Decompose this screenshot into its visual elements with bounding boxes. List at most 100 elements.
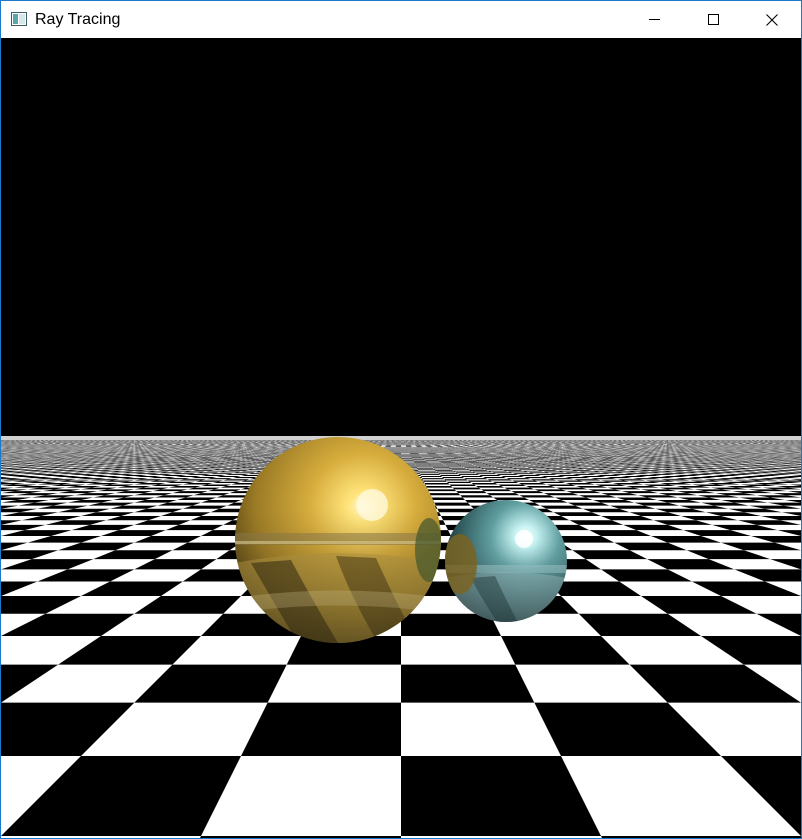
floor-tile: [420, 474, 440, 475]
floor-tile: [546, 465, 564, 466]
floor-tile: [478, 467, 495, 468]
floor-tile: [496, 474, 518, 475]
ray-traced-scene: [1, 38, 801, 838]
floor-tile: [440, 475, 461, 476]
floor-tile: [488, 471, 508, 472]
floor-tile: [447, 467, 464, 468]
floor-tile: [190, 836, 401, 838]
floor-tile: [459, 465, 475, 466]
floor-tile: [488, 465, 504, 466]
floor-tile: [513, 473, 535, 474]
floor-tile: [426, 486, 453, 488]
floor-tile: [503, 470, 523, 471]
floor-tile: [492, 482, 518, 483]
floor-tile: [428, 489, 457, 491]
floor-tile: [234, 472, 256, 473]
floor-tile: [233, 477, 258, 478]
minimize-icon: [649, 14, 660, 25]
floor-tile: [438, 473, 458, 474]
floor-tile: [519, 483, 547, 484]
floor-tile: [511, 491, 544, 493]
floor-tile: [241, 467, 260, 468]
floor-tile: [518, 469, 538, 470]
floor-tile: [504, 488, 534, 490]
maximize-button[interactable]: [684, 1, 742, 38]
close-button[interactable]: [743, 1, 801, 38]
floor-tile: [541, 476, 565, 477]
floor-tile: [432, 467, 449, 468]
floor-tile: [550, 473, 573, 474]
floor-tile: [423, 480, 446, 481]
floor-tile: [552, 466, 570, 467]
floor-tile: [545, 468, 564, 469]
floor-tile: [509, 467, 527, 468]
floor-tile: [461, 476, 483, 477]
render-viewport[interactable]: [1, 38, 801, 838]
floor-tile: [447, 482, 472, 483]
floor-tile: [435, 470, 453, 471]
floor-tile: [445, 466, 461, 467]
floor-tile: [419, 472, 438, 473]
floor-tile: [508, 472, 529, 473]
floor-tile: [456, 491, 487, 493]
floor-tile: [460, 495, 493, 497]
floor-tile: [434, 469, 451, 470]
floor-tile: [453, 488, 481, 490]
close-icon: [766, 14, 778, 26]
floor-tile: [517, 465, 534, 466]
floor-tile: [449, 468, 466, 469]
floor-tile: [464, 467, 481, 468]
floor-tile: [526, 486, 556, 488]
floor-tile: [481, 468, 499, 469]
floor-tile: [235, 466, 253, 467]
floor-tile: [430, 493, 461, 495]
floor-tile: [241, 703, 401, 756]
floor-tile: [241, 471, 262, 472]
maximize-icon: [708, 14, 719, 25]
title-bar[interactable]: Ray Tracing: [1, 1, 801, 38]
floor-tile: [418, 471, 436, 472]
floor-tile: [451, 469, 469, 470]
floor-tile: [469, 470, 488, 471]
floor-tile: [430, 465, 445, 466]
floor-tile: [481, 489, 511, 491]
floor-tile: [518, 475, 541, 476]
floor-tile: [537, 470, 557, 471]
floor-tile: [524, 477, 548, 478]
floor-tile: [499, 469, 518, 470]
floor-tile: [464, 478, 487, 479]
floor-tile: [530, 465, 547, 466]
floor-tile: [492, 472, 513, 473]
floor-tile: [495, 467, 513, 468]
floor-tile: [437, 472, 456, 473]
floor-tile: [247, 466, 265, 467]
floor-tile: [425, 483, 450, 484]
floor-tile: [417, 468, 434, 469]
floor-tile: [230, 464, 247, 465]
floor-tile: [444, 465, 459, 466]
floor-tile: [401, 665, 534, 703]
floor-tile: [485, 464, 501, 465]
floor-tile: [523, 471, 543, 472]
floor-tile: [532, 469, 551, 470]
floor-tile: [529, 500, 568, 503]
floor-tile: [501, 465, 517, 466]
floor-tile: [444, 479, 467, 480]
floor-tile: [601, 836, 801, 838]
floor-tile: [539, 467, 557, 468]
floor-tile: [234, 469, 254, 470]
floor-tile: [472, 483, 498, 484]
floor-tile: [483, 477, 506, 478]
floor-tile: [475, 473, 496, 474]
floor-tile: [431, 466, 447, 467]
floor-tile: [513, 468, 532, 469]
floor-tile: [512, 480, 538, 481]
minimize-button[interactable]: [625, 1, 683, 38]
floor-tile: [484, 469, 503, 470]
floor-tile: [468, 480, 493, 481]
floor-tile: [487, 493, 520, 495]
floor-tile: [422, 478, 444, 479]
floor-tile: [466, 469, 484, 470]
floor-tile: [434, 503, 470, 506]
floor-tile: [505, 466, 522, 467]
